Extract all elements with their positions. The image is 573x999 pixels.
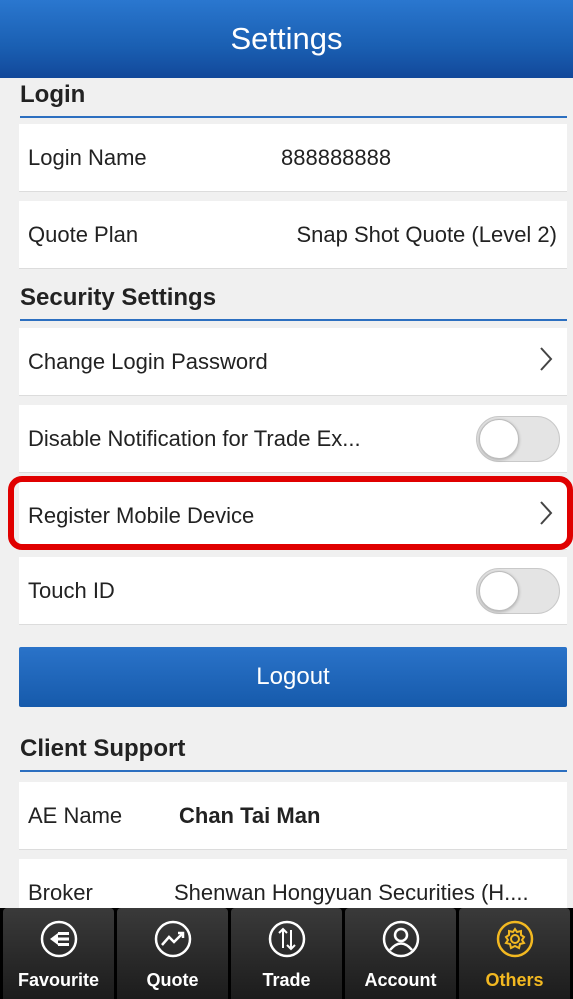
quote-icon: [153, 919, 193, 970]
quote-plan-label: Quote Plan: [28, 221, 139, 247]
tab-favourite[interactable]: Favourite: [3, 908, 114, 999]
tab-label: Trade: [262, 970, 311, 990]
section-title-client-support: Client Support: [20, 732, 567, 772]
disable-notification-toggle[interactable]: [476, 415, 560, 462]
bottom-tab-bar: Favourite Quote Trade Account Others: [0, 908, 573, 999]
change-login-password-row[interactable]: Change Login Password: [19, 328, 567, 396]
tab-account[interactable]: Account: [345, 908, 456, 999]
toggle-knob: [479, 418, 519, 459]
tab-quote[interactable]: Quote: [117, 908, 228, 999]
login-name-label: Login Name: [28, 144, 147, 170]
broker-label: Broker: [28, 879, 93, 905]
logout-button[interactable]: Logout: [19, 647, 567, 707]
disable-notification-row: Disable Notification for Trade Ex...: [19, 405, 567, 473]
quote-plan-row: Quote Plan Snap Shot Quote (Level 2): [19, 201, 567, 269]
ae-name-value: Chan Tai Man: [179, 802, 321, 828]
ae-name-row: AE Name Chan Tai Man: [19, 782, 567, 850]
login-name-row: Login Name 888888888: [19, 124, 567, 192]
highlight-outline: [8, 476, 573, 550]
trade-icon: [267, 919, 307, 970]
chevron-right-icon: [539, 346, 553, 378]
others-gear-icon: [495, 919, 535, 970]
section-title-login: Login: [20, 78, 567, 118]
disable-notification-label: Disable Notification for Trade Ex...: [28, 425, 361, 451]
tab-trade[interactable]: Trade: [231, 908, 342, 999]
tab-label: Quote: [146, 970, 199, 990]
broker-value: Shenwan Hongyuan Securities (H....: [174, 879, 529, 905]
toggle-knob: [479, 570, 519, 611]
quote-plan-value: Snap Shot Quote (Level 2): [296, 221, 558, 247]
account-icon: [381, 919, 421, 970]
tab-others[interactable]: Others: [459, 908, 570, 999]
touch-id-label: Touch ID: [28, 577, 115, 603]
page-title: Settings: [0, 0, 573, 78]
tab-label: Others: [485, 970, 544, 990]
section-title-security: Security Settings: [20, 281, 567, 321]
ae-name-label: AE Name: [28, 802, 123, 828]
tab-label: Account: [364, 970, 437, 990]
touch-id-row: Touch ID: [19, 557, 567, 625]
login-name-value: 888888888: [281, 144, 392, 170]
change-login-password-label: Change Login Password: [28, 348, 268, 374]
touch-id-toggle[interactable]: [476, 567, 560, 614]
favourite-icon: [39, 919, 79, 970]
tab-label: Favourite: [17, 970, 100, 990]
